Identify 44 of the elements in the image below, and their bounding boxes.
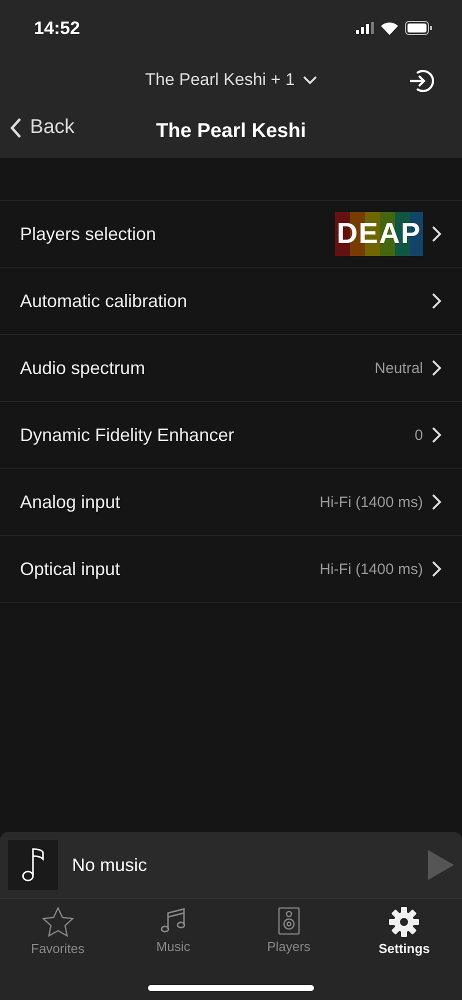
setting-label: Optical input (20, 558, 122, 580)
chevron-icon (431, 292, 442, 310)
deap-logo: DEAP (335, 212, 423, 256)
setting-value: Hi-Fi (1400 ms) (320, 560, 423, 578)
settings-row[interactable]: Automatic calibration (0, 267, 462, 334)
settings-row[interactable]: Optical input Hi-Fi (1400 ms) (0, 535, 462, 603)
setting-label: Audio spectrum (20, 358, 146, 378)
wifi-icon (381, 22, 398, 34)
music-notes-icon (159, 907, 188, 935)
back-chevron-icon (10, 116, 22, 138)
settings-row[interactable]: Players selection DEAP (0, 200, 462, 267)
tab-bar-item[interactable]: Music (116, 899, 231, 979)
track-title: No music (72, 854, 148, 876)
signal-icon (356, 22, 374, 34)
setting-value: Neutral (374, 360, 423, 376)
tab-bar-item[interactable]: Favorites (0, 899, 116, 979)
tab-bar-item[interactable]: Settings (346, 899, 462, 979)
chevron-icon (431, 225, 442, 243)
page-title: The Pearl Keshi (156, 120, 306, 142)
settings-row[interactable]: Analog input Hi-Fi (1400 ms) (0, 468, 462, 535)
chevron-icon (431, 359, 442, 377)
login-icon[interactable] (408, 68, 434, 94)
speaker-icon (278, 907, 300, 935)
room-selector[interactable]: The Pearl Keshi + 1 (145, 70, 317, 90)
settings-row[interactable]: Dynamic Fidelity Enhancer 0 (0, 401, 462, 468)
chevron-icon (431, 426, 442, 444)
tab-bar-item[interactable]: Players (231, 899, 346, 979)
chevron-icon (431, 493, 442, 511)
settings-icon (389, 907, 420, 937)
back-button[interactable]: Back (10, 116, 74, 139)
battery-icon (405, 21, 432, 35)
settings-row[interactable]: Audio spectrum Neutral (0, 334, 462, 401)
setting-label: Dynamic Fidelity Enhancer (20, 424, 236, 446)
setting-label: Players selection (20, 224, 158, 244)
status-time: 14:52 (34, 18, 80, 38)
chevron-icon (431, 560, 442, 578)
music-note-icon (21, 847, 45, 883)
setting-value: Hi-Fi (1400 ms) (320, 494, 423, 510)
setting-label: Analog input (20, 492, 122, 512)
star-icon (42, 907, 74, 937)
chevron-down-icon (302, 76, 317, 84)
setting-label: Automatic calibration (20, 290, 188, 312)
mini-player[interactable]: No music (0, 832, 462, 899)
setting-value: 0 (414, 426, 423, 444)
